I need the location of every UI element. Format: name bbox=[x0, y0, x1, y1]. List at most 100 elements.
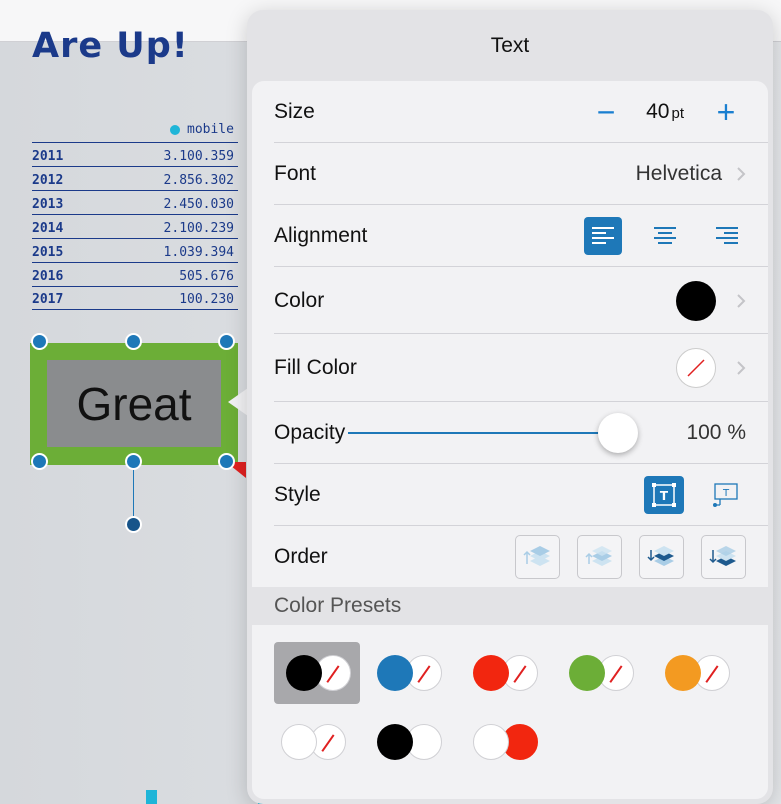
send-to-back-button[interactable] bbox=[701, 534, 746, 579]
decrease-size-button[interactable]: − bbox=[586, 96, 626, 128]
color-preset[interactable] bbox=[461, 711, 547, 773]
popover-arrow bbox=[228, 388, 248, 416]
legend-label: mobile bbox=[187, 122, 234, 137]
table-year: 2014 bbox=[32, 221, 64, 236]
table-row: 2012 2.856.302 bbox=[32, 166, 238, 190]
rotate-connector bbox=[133, 470, 134, 520]
align-right-icon bbox=[716, 227, 738, 244]
color-preset[interactable] bbox=[461, 642, 547, 704]
send-backward-icon bbox=[646, 545, 674, 566]
color-preset[interactable] bbox=[653, 642, 739, 704]
popover-title: Text bbox=[490, 34, 530, 57]
settings-card: Size − 40pt + Font Helvetica Alignment bbox=[252, 81, 768, 799]
table-value: 2.450.030 bbox=[163, 197, 234, 212]
rotate-handle[interactable] bbox=[125, 516, 142, 533]
table-row: 2017 100.230 bbox=[32, 286, 238, 310]
color-picker[interactable] bbox=[676, 267, 746, 334]
style-callout-button[interactable]: T bbox=[706, 476, 746, 514]
align-right-button[interactable] bbox=[708, 217, 746, 255]
table-value: 505.676 bbox=[179, 269, 234, 284]
resize-handle-top[interactable] bbox=[125, 333, 142, 350]
fill-color-picker[interactable] bbox=[676, 334, 746, 402]
table-year: 2011 bbox=[32, 149, 64, 164]
preset-text-color-swatch bbox=[286, 655, 322, 691]
resize-handle-top-left[interactable] bbox=[31, 333, 48, 350]
no-fill-icon bbox=[687, 359, 705, 377]
font-row[interactable]: Font Helvetica bbox=[252, 143, 768, 205]
text-box-label: Great bbox=[76, 377, 192, 430]
style-text-box-button[interactable]: T bbox=[644, 476, 684, 514]
chevron-right-icon bbox=[737, 361, 746, 375]
size-value: 40 pt bbox=[646, 100, 684, 124]
table-value: 100.230 bbox=[179, 292, 234, 307]
table-value: 2.100.239 bbox=[163, 221, 234, 236]
no-fill-icon bbox=[609, 665, 623, 683]
resize-handle-bottom[interactable] bbox=[125, 453, 142, 470]
size-label: Size bbox=[274, 100, 315, 123]
chevron-right-icon bbox=[737, 167, 746, 181]
table-value: 1.039.394 bbox=[163, 245, 234, 260]
style-label: Style bbox=[274, 483, 321, 506]
color-preset[interactable] bbox=[365, 711, 451, 773]
no-fill-icon bbox=[417, 665, 431, 683]
size-row: Size − 40 pt + bbox=[252, 81, 768, 143]
no-fill-icon bbox=[326, 665, 340, 683]
opacity-slider-thumb[interactable] bbox=[598, 413, 638, 453]
table-year: 2012 bbox=[32, 173, 64, 188]
preset-text-color-swatch bbox=[377, 655, 413, 691]
size-number: 40 bbox=[646, 100, 670, 123]
chevron-right-icon bbox=[737, 293, 746, 308]
table-row: 2016 505.676 bbox=[32, 262, 238, 286]
data-table: 2011 3.100.359 2012 2.856.302 2013 2.450.03… bbox=[32, 142, 238, 310]
order-row: Order bbox=[252, 526, 768, 587]
alignment-row: Alignment bbox=[252, 205, 768, 267]
table-year: 2017 bbox=[32, 292, 64, 307]
no-fill-icon bbox=[321, 734, 335, 752]
send-backward-button[interactable] bbox=[639, 534, 684, 579]
send-to-back-icon bbox=[708, 545, 736, 566]
bring-forward-button[interactable] bbox=[577, 534, 622, 579]
order-label: Order bbox=[274, 544, 328, 568]
text-style-popover: Text Size − 40 pt + Font Helvetica Alignm… bbox=[247, 10, 773, 804]
align-center-icon bbox=[654, 227, 676, 244]
text-callout-style-icon: T bbox=[713, 483, 738, 507]
text-box-style-icon: T bbox=[652, 483, 676, 507]
color-preset[interactable] bbox=[365, 642, 451, 704]
size-unit: pt bbox=[671, 105, 684, 122]
increase-size-button[interactable]: + bbox=[706, 96, 746, 128]
table-year: 2015 bbox=[32, 245, 64, 260]
no-fill-icon bbox=[513, 665, 527, 683]
chart-legend: mobile bbox=[170, 122, 234, 137]
color-row[interactable]: Color bbox=[252, 267, 768, 334]
font-picker[interactable]: Helvetica bbox=[636, 143, 746, 205]
table-row: 2015 1.039.394 bbox=[32, 238, 238, 262]
preset-text-color-swatch bbox=[281, 724, 317, 760]
table-year: 2013 bbox=[32, 197, 64, 212]
preset-text-color-swatch bbox=[665, 655, 701, 691]
fill-color-swatch[interactable] bbox=[676, 348, 716, 388]
selected-text-box[interactable]: Great bbox=[30, 343, 238, 465]
resize-handle-bottom-right[interactable] bbox=[218, 453, 235, 470]
table-value: 2.856.302 bbox=[163, 173, 234, 188]
opacity-slider-track[interactable] bbox=[348, 432, 608, 434]
fill-color-label: Fill Color bbox=[274, 356, 357, 379]
opacity-value: 100 % bbox=[686, 421, 746, 444]
preset-text-color-swatch bbox=[473, 724, 509, 760]
table-row: 2011 3.100.359 bbox=[32, 142, 238, 166]
color-preset[interactable] bbox=[557, 642, 643, 704]
resize-handle-bottom-left[interactable] bbox=[31, 453, 48, 470]
bring-to-front-button[interactable] bbox=[515, 534, 560, 579]
chart-bar bbox=[146, 790, 157, 804]
fill-color-row[interactable]: Fill Color bbox=[252, 334, 768, 402]
resize-handle-top-right[interactable] bbox=[218, 333, 235, 350]
color-preset[interactable] bbox=[274, 642, 360, 704]
text-box-content[interactable]: Great bbox=[47, 360, 221, 447]
align-left-button[interactable] bbox=[584, 217, 622, 255]
alignment-buttons bbox=[560, 205, 746, 267]
opacity-row: Opacity 100 % bbox=[252, 402, 768, 464]
align-left-icon bbox=[592, 227, 614, 244]
color-preset[interactable] bbox=[269, 711, 355, 773]
text-color-swatch[interactable] bbox=[676, 280, 716, 321]
font-value: Helvetica bbox=[635, 162, 722, 185]
align-center-button[interactable] bbox=[646, 217, 684, 255]
